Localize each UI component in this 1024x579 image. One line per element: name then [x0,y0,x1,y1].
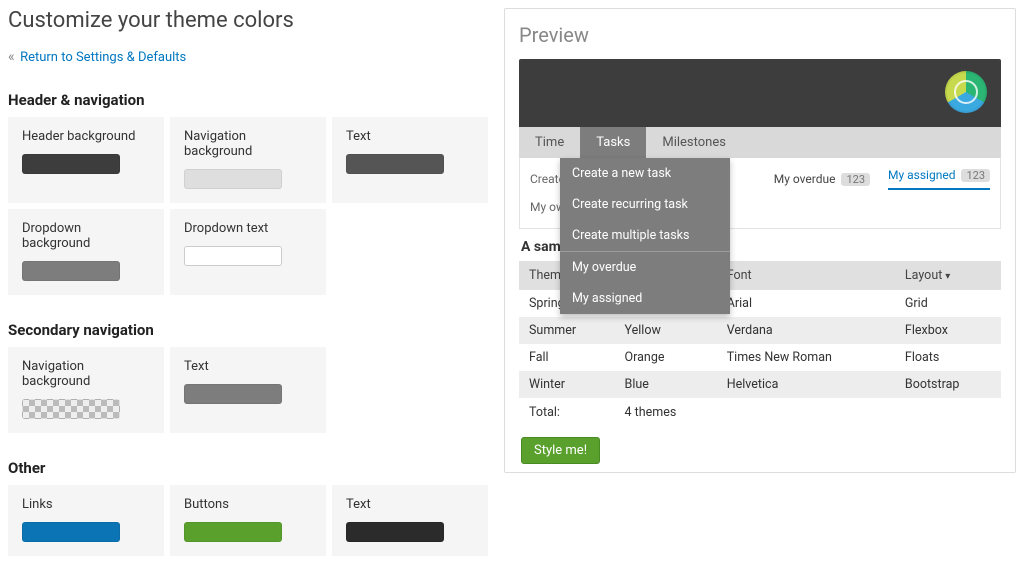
cell: Floats [895,344,1001,371]
return-arrow-icon: « [8,49,15,65]
dropdown-item[interactable]: Create a new task [560,158,730,189]
color-swatch[interactable] [346,522,444,542]
swatch-card[interactable]: Dropdown background [8,209,164,295]
color-swatch[interactable] [346,154,444,174]
swatch-label: Buttons [184,497,312,512]
my-overdue-link[interactable]: My overdue 123 [774,172,870,186]
swatch-label: Dropdown text [184,221,312,236]
color-swatch[interactable] [184,246,282,266]
cell: Yellow [615,317,717,344]
swatch-label: Text [346,497,474,512]
swatch-label: Text [184,359,312,374]
dropdown-item[interactable]: My assigned [560,283,730,314]
cell: 4 themes [615,398,717,427]
swatch-grid-header-nav: Header background Navigation background … [8,117,488,295]
cell: Times New Roman [717,344,895,371]
swatch-card[interactable]: Text [170,347,326,433]
cell: Helvetica [717,371,895,398]
color-swatch[interactable] [22,522,120,542]
cell: Blue [615,371,717,398]
swatch-card[interactable]: Navigation background [170,117,326,203]
cell: Grid [895,290,1001,317]
tab-milestones[interactable]: Milestones [646,127,742,158]
color-swatch[interactable] [22,261,120,281]
col-header-label: Layout [905,268,942,283]
cell: Bootstrap [895,371,1001,398]
swatch-card[interactable]: Navigation background [8,347,164,433]
swatch-card[interactable]: Dropdown text [170,209,326,295]
swatch-label: Dropdown background [22,221,150,251]
color-swatch[interactable] [184,384,282,404]
swatch-label: Navigation background [184,129,312,159]
cell: Orange [615,344,717,371]
swatch-card[interactable]: Header background [8,117,164,203]
swatch-card[interactable]: Links [8,485,164,556]
page-title: Customize your theme colors [8,8,488,33]
color-swatch[interactable] [22,154,120,174]
preview-panel: Preview Time Tasks Milestones Create My … [504,8,1016,473]
preview-title: Preview [519,23,1001,47]
cell: Winter [519,371,615,398]
swatch-card[interactable]: Text [332,117,488,203]
dropdown-item[interactable]: Create recurring task [560,189,730,220]
cell: Arial [717,290,895,317]
preview-header [519,59,1001,127]
count-badge: 123 [961,169,990,182]
table-footer: Total: 4 themes [519,398,1001,427]
dropdown-item[interactable]: My overdue [560,251,730,283]
preview-content: Create My overdue 123 My assigned 123 My… [519,158,1001,229]
cell: Total: [519,398,615,427]
return-link[interactable]: Return to Settings & Defaults [20,50,186,65]
col-header[interactable]: Layout▾ [895,261,1001,290]
my-overdue-label: My overdue [774,172,836,186]
color-swatch[interactable] [184,169,282,189]
swatch-card[interactable]: Buttons [170,485,326,556]
cell: Verdana [717,317,895,344]
table-row: Summer Yellow Verdana Flexbox [519,317,1001,344]
table-row: Winter Blue Helvetica Bootstrap [519,371,1001,398]
section-title-other: Other [8,459,488,477]
section-title-header-nav: Header & navigation [8,91,488,109]
col-header[interactable]: Font [717,261,895,290]
logo-icon [945,71,987,113]
swatch-grid-secondary-nav: Navigation background Text [8,347,488,433]
my-assigned-link[interactable]: My assigned 123 [888,168,990,190]
tasks-dropdown: Create a new task Create recurring task … [560,158,730,314]
cell: Flexbox [895,317,1001,344]
section-title-secondary-nav: Secondary navigation [8,321,488,339]
swatch-label: Text [346,129,474,144]
count-badge: 123 [841,173,870,186]
preview-secondary-nav: Time Tasks Milestones [519,127,1001,158]
chevron-down-icon: ▾ [945,271,950,282]
style-me-button[interactable]: Style me! [521,437,600,464]
tab-time[interactable]: Time [519,127,580,158]
swatch-card[interactable]: Text [332,485,488,556]
cell: Fall [519,344,615,371]
my-assigned-label: My assigned [888,168,955,182]
swatch-grid-other: Links Buttons Text [8,485,488,556]
swatch-label: Header background [22,129,150,144]
color-swatch[interactable] [22,399,120,419]
table-row: Fall Orange Times New Roman Floats [519,344,1001,371]
cell [717,398,895,427]
color-swatch[interactable] [184,522,282,542]
swatch-label: Navigation background [22,359,150,389]
tab-tasks[interactable]: Tasks [580,127,646,158]
cell: Summer [519,317,615,344]
cell [895,398,1001,427]
dropdown-item[interactable]: Create multiple tasks [560,220,730,251]
swatch-label: Links [22,497,150,512]
